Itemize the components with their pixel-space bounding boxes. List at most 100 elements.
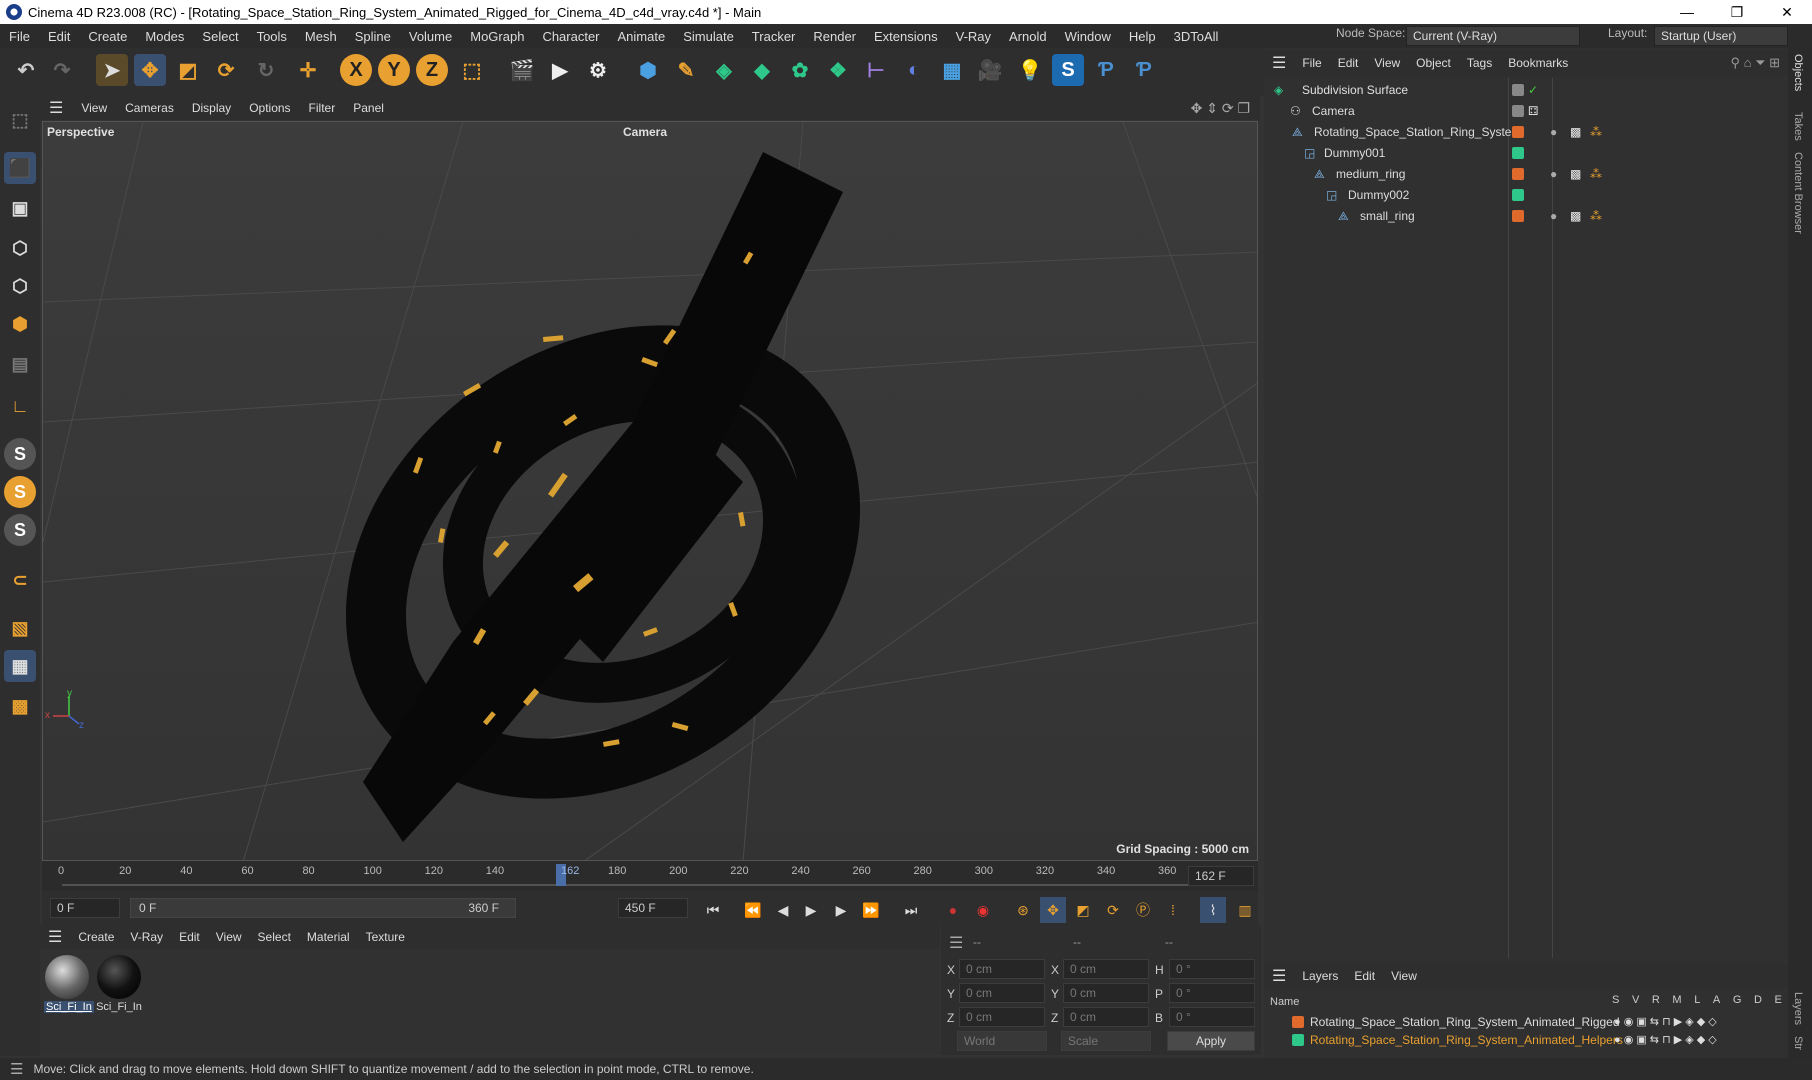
next-key-icon[interactable]: ⏩	[858, 897, 884, 923]
layer-toggle-icons[interactable]: ● ◉ ▣ ⇆ ⊓ ▶ ◈ ◆ ◇	[1614, 1033, 1717, 1046]
material-swatch[interactable]: Sci_Fi_In	[96, 955, 142, 1017]
menu-animate[interactable]: Animate	[609, 29, 675, 44]
axis-mode-icon[interactable]: ∟	[4, 390, 36, 422]
mograph-cloner-icon[interactable]: ✿	[784, 54, 816, 86]
play-icon[interactable]: ▶	[798, 897, 824, 923]
menu-spline[interactable]: Spline	[346, 29, 400, 44]
next-frame-icon[interactable]: ▶	[828, 897, 854, 923]
points-mode-icon[interactable]: ⬡	[4, 232, 36, 264]
coordinate-system-dropdown[interactable]: World	[957, 1031, 1047, 1051]
object-menu-file[interactable]: File	[1294, 56, 1329, 70]
layer-col-render[interactable]: R	[1652, 994, 1660, 1006]
object-menu-object[interactable]: Object	[1408, 56, 1459, 70]
menu-vray[interactable]: V-Ray	[947, 29, 1000, 44]
position-z-field[interactable]: 0 cm	[959, 1007, 1045, 1027]
film-icon[interactable]: ▥	[1232, 897, 1258, 923]
menu-tracker[interactable]: Tracker	[743, 29, 805, 44]
layer-col-locked[interactable]: L	[1694, 994, 1700, 1006]
edges-mode-icon[interactable]: ⬡	[4, 270, 36, 302]
extrude-icon[interactable]: ◆	[746, 54, 778, 86]
rotation-b-field[interactable]: 0 °	[1169, 1007, 1255, 1027]
object-search-icons[interactable]: ⚲ ⌂ ⏷ ⊞	[1730, 55, 1788, 71]
workplane-icon[interactable]: ▧	[4, 612, 36, 644]
workplane-lock-icon[interactable]: ▦	[4, 650, 36, 682]
viewport-camera-label[interactable]: Camera	[623, 125, 667, 139]
object-row[interactable]: ◲ Dummy001	[1264, 143, 1788, 164]
key-rotation-icon[interactable]: ⟳	[1100, 897, 1126, 923]
menu-help[interactable]: Help	[1120, 29, 1165, 44]
checker-tag-icon[interactable]: ▩	[1570, 167, 1581, 181]
viewport-menu-display[interactable]: Display	[183, 101, 240, 115]
scale-tool-icon[interactable]: ◩	[172, 54, 204, 86]
vray-icon[interactable]: S	[1052, 54, 1084, 86]
side-tab-takes[interactable]: Takes	[1792, 112, 1804, 141]
layer-menu-edit[interactable]: Edit	[1346, 969, 1383, 983]
object-row[interactable]: ◲ Dummy002	[1264, 185, 1788, 206]
viewport-menu-panel[interactable]: Panel	[344, 101, 393, 115]
pen-spline-icon[interactable]: ✎	[670, 54, 702, 86]
menu-tools[interactable]: Tools	[248, 29, 296, 44]
object-menu-view[interactable]: View	[1366, 56, 1408, 70]
render-picture-viewer-icon[interactable]: ▶	[544, 54, 576, 86]
layout-dropdown[interactable]: Startup (User)	[1654, 26, 1788, 46]
autokey-icon[interactable]: ◉	[970, 897, 996, 923]
material-tag-icon[interactable]: ●	[1550, 125, 1557, 139]
viewport-menu-cameras[interactable]: Cameras	[116, 101, 183, 115]
material-tag-icon[interactable]: ●	[1550, 209, 1557, 223]
snap-icon[interactable]: S	[4, 438, 36, 470]
layer-col-expressions[interactable]: E	[1775, 994, 1782, 1006]
viewport-menu-view[interactable]: View	[72, 101, 116, 115]
menu-arnold[interactable]: Arnold	[1000, 29, 1056, 44]
material-menu-texture[interactable]: Texture	[358, 930, 413, 944]
layer-color-swatch[interactable]	[1292, 1016, 1304, 1028]
layer-col-generators[interactable]: G	[1733, 994, 1742, 1006]
make-editable-icon[interactable]: ⬚	[4, 104, 36, 136]
apply-button[interactable]: Apply	[1167, 1031, 1255, 1051]
menu-file[interactable]: File	[0, 29, 39, 44]
checker-tag-icon[interactable]: ▩	[1570, 209, 1581, 223]
size-mode-dropdown[interactable]: Scale	[1061, 1031, 1151, 1051]
viewport-nav-icons[interactable]: ✥ ⇕ ⟳ ❐	[1191, 100, 1260, 117]
z-axis-lock-icon[interactable]: Z	[416, 54, 448, 86]
minimize-button[interactable]: —	[1664, 0, 1710, 24]
position-y-field[interactable]: 0 cm	[959, 983, 1045, 1003]
magnet-icon[interactable]: ⊂	[4, 564, 36, 596]
3d-viewport[interactable]: Perspective Camera Grid Spacing : 5000 c…	[42, 121, 1258, 861]
material-menu-view[interactable]: View	[208, 930, 250, 944]
rotate-tool-icon[interactable]: ⟳	[210, 54, 242, 86]
layer-color-swatch[interactable]	[1512, 84, 1524, 96]
layer-col-view[interactable]: V	[1632, 994, 1639, 1006]
node-space-dropdown[interactable]: Current (V-Ray)	[1406, 26, 1580, 46]
animation-tag-icon[interactable]: ⁂	[1590, 125, 1602, 139]
scale-x-field[interactable]: 0 cm	[1063, 959, 1149, 979]
undo-icon[interactable]: ↶	[10, 54, 42, 86]
keyframe-selection-icon[interactable]: ⊛	[1010, 897, 1036, 923]
hamburger-icon[interactable]: ☰	[40, 927, 70, 947]
layer-color-swatch[interactable]	[1512, 147, 1524, 159]
layer-color-swatch[interactable]	[1512, 210, 1524, 222]
enabled-check-icon[interactable]: ✓	[1528, 83, 1538, 97]
menu-window[interactable]: Window	[1056, 29, 1120, 44]
position-x-field[interactable]: 0 cm	[959, 959, 1045, 979]
create-tool-icon[interactable]: ✛	[292, 54, 324, 86]
viewport-menu-options[interactable]: Options	[240, 101, 299, 115]
timeline-ruler[interactable]: 0 20 40 60 80 100 120 140 162 180 200 220 240 260 280 3…	[42, 861, 1258, 891]
hamburger-icon[interactable]: ☰	[40, 98, 72, 118]
y-axis-lock-icon[interactable]: Y	[378, 54, 410, 86]
model-mode-icon[interactable]: ⬛	[4, 152, 36, 184]
layer-col-solo[interactable]: S	[1612, 994, 1619, 1006]
object-menu-edit[interactable]: Edit	[1330, 56, 1367, 70]
maximize-button[interactable]: ❐	[1714, 0, 1760, 24]
animation-tag-icon[interactable]: ⁂	[1590, 167, 1602, 181]
goto-start-icon[interactable]: ⏮	[700, 897, 726, 923]
material-menu-select[interactable]: Select	[250, 930, 299, 944]
menu-3dtoall[interactable]: 3DToAll	[1165, 29, 1228, 44]
material-menu-material[interactable]: Material	[299, 930, 358, 944]
end-frame-field[interactable]: 450 F	[618, 898, 688, 918]
layer-color-swatch[interactable]	[1292, 1034, 1304, 1046]
menu-character[interactable]: Character	[533, 29, 608, 44]
hamburger-icon[interactable]: ☰	[1264, 53, 1294, 73]
snap-settings-icon[interactable]: S	[4, 476, 36, 508]
key-scale-icon[interactable]: ◩	[1070, 897, 1096, 923]
floor-icon[interactable]: ▦	[936, 54, 968, 86]
